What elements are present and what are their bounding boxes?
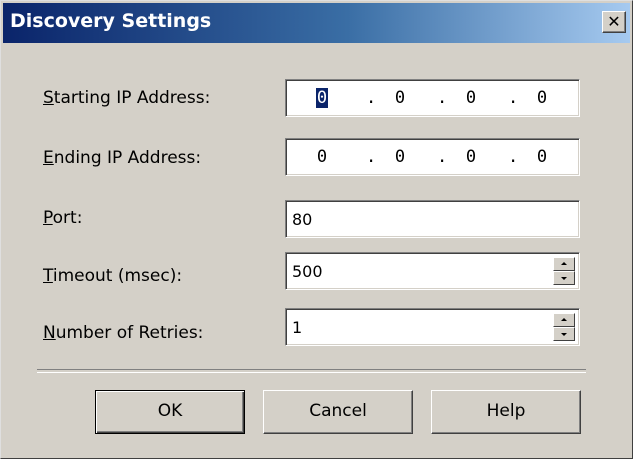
retries-input[interactable]: 1 [285,308,580,346]
starting-ip-octet-3[interactable]: 0 [460,88,482,108]
retries-value: 1 [292,318,303,337]
title-bar[interactable]: Discovery Settings ✕ [3,3,630,43]
timeout-label-text: imeout (msec): [52,266,183,286]
close-icon: ✕ [607,12,621,31]
retries-spinner [553,313,575,341]
starting-ip-octet-1[interactable]: 0 [311,88,333,108]
up-arrow-icon [561,262,567,265]
ending-ip-input[interactable]: 0 . 0 . 0 . 0 [285,138,580,176]
help-button[interactable]: Help [431,390,581,434]
ip-dot: . [508,88,519,108]
down-arrow-icon [561,333,567,336]
ending-ip-octet-4[interactable]: 0 [531,147,553,167]
timeout-spin-up-button[interactable] [553,257,575,271]
down-arrow-icon [561,277,567,280]
ip-dot: . [508,147,519,167]
port-input[interactable]: 80 [285,200,580,238]
retries-label-mnemonic: N [43,323,56,343]
separator [37,369,586,373]
starting-ip-label-mnemonic: S [43,88,54,108]
ending-ip-octet-2[interactable]: 0 [389,147,411,167]
retries-label-text: umber of Retries: [55,323,204,343]
close-button[interactable]: ✕ [602,11,626,33]
ending-ip-octet-1[interactable]: 0 [311,147,333,167]
port-label-mnemonic: P [43,208,53,228]
retries-spin-up-button[interactable] [553,313,575,327]
ending-ip-label-mnemonic: E [43,148,54,168]
timeout-label-mnemonic: T [43,266,53,286]
port-label: Port: [43,208,82,228]
dialog-title: Discovery Settings [10,10,212,32]
ip-dot: . [437,147,448,167]
port-label-text: ort: [52,208,83,228]
timeout-label: Timeout (msec): [43,266,182,286]
retries-spin-down-button[interactable] [553,327,575,341]
starting-ip-input[interactable]: 0 . 0 . 0 . 0 [285,79,580,117]
timeout-spinner [553,257,575,285]
timeout-value: 500 [292,262,323,281]
starting-ip-octet-2[interactable]: 0 [389,88,411,108]
ip-dot: . [366,147,377,167]
ok-button[interactable]: OK [95,390,245,434]
ip-dot: . [366,88,377,108]
timeout-input[interactable]: 500 [285,252,580,290]
starting-ip-octet-4[interactable]: 0 [531,88,553,108]
retries-label: Number of Retries: [43,323,203,343]
cancel-button[interactable]: Cancel [263,390,413,434]
discovery-settings-dialog: Discovery Settings ✕ Starting IP Address… [0,0,633,459]
ending-ip-octet-3[interactable]: 0 [460,147,482,167]
ip-dot: . [437,88,448,108]
timeout-spin-down-button[interactable] [553,271,575,285]
ending-ip-label-text: nding IP Address: [53,148,202,168]
port-value: 80 [292,210,313,229]
ending-ip-label: Ending IP Address: [43,148,201,168]
starting-ip-label: Starting IP Address: [43,88,210,108]
up-arrow-icon [561,318,567,321]
starting-ip-label-text: tarting IP Address: [53,88,211,108]
